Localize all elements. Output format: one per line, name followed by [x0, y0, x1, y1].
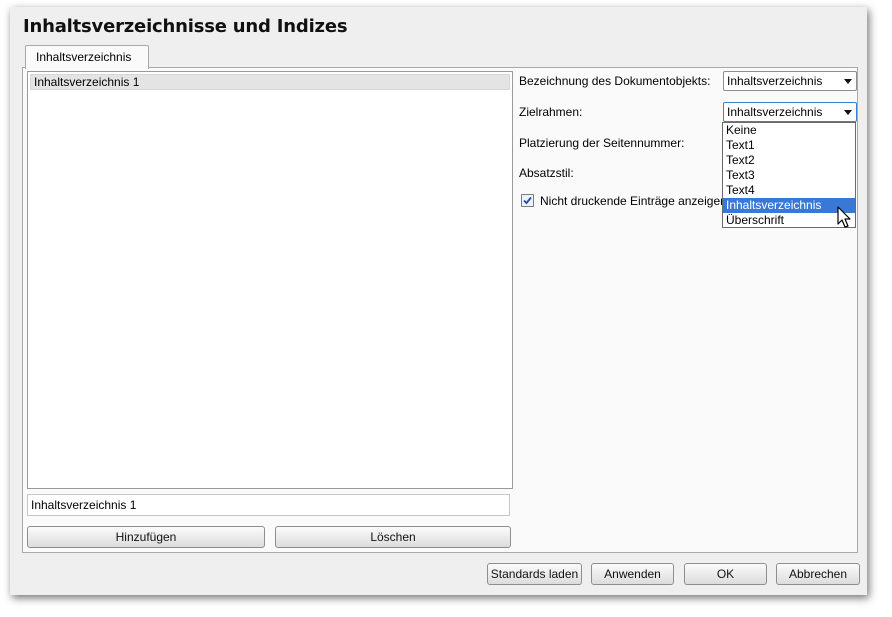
mouse-cursor-icon — [837, 206, 851, 228]
target-frame-dropdown-list: Keine Text1 Text2 Text3 Text4 Inhaltsver… — [722, 122, 856, 228]
dropdown-option[interactable]: Text2 — [723, 153, 855, 168]
nonprinting-checkbox[interactable] — [521, 194, 534, 207]
dropdown-option[interactable]: Keine — [723, 123, 855, 138]
toc-list[interactable]: Inhaltsverzeichnis 1 — [27, 71, 513, 489]
dropdown-option-selected[interactable]: Inhaltsverzeichnis — [723, 198, 855, 213]
chevron-down-icon — [844, 110, 852, 115]
list-item[interactable]: Inhaltsverzeichnis 1 — [30, 74, 510, 90]
dropdown-option[interactable]: Text3 — [723, 168, 855, 183]
nonprinting-label: Nicht druckende Einträge anzeigen — [540, 194, 727, 208]
tab-label: Inhaltsverzeichnis — [36, 50, 132, 64]
dropdown-option[interactable]: Text4 — [723, 183, 855, 198]
target-frame-value: Inhaltsverzeichnis — [727, 105, 823, 119]
tab-inhaltsverzeichnis[interactable]: Inhaltsverzeichnis — [25, 45, 149, 69]
target-frame-combo[interactable]: Inhaltsverzeichnis — [723, 102, 857, 122]
target-frame-label: Zielrahmen: — [519, 105, 583, 119]
add-button[interactable]: Hinzufügen — [27, 526, 265, 548]
cancel-button[interactable]: Abbrechen — [776, 563, 860, 585]
delete-button[interactable]: Löschen — [275, 526, 511, 548]
paragraph-style-label: Absatzstil: — [519, 166, 574, 180]
dropdown-option[interactable]: Überschrift — [723, 213, 855, 228]
load-defaults-button[interactable]: Standards laden — [487, 563, 582, 585]
apply-button[interactable]: Anwenden — [591, 563, 674, 585]
page-number-placement-label: Platzierung der Seitennummer: — [519, 136, 685, 150]
dialog-title: Inhaltsverzeichnisse und Indizes — [23, 16, 348, 37]
checkmark-icon — [523, 196, 532, 205]
doc-object-value: Inhaltsverzeichnis — [727, 74, 823, 88]
doc-object-combo[interactable]: Inhaltsverzeichnis — [723, 71, 857, 91]
chevron-down-icon — [844, 79, 852, 84]
dropdown-option[interactable]: Text1 — [723, 138, 855, 153]
toc-dialog: Inhaltsverzeichnisse und Indizes Inhalts… — [10, 7, 867, 595]
ok-button[interactable]: OK — [684, 563, 767, 585]
doc-object-label: Bezeichnung des Dokumentobjekts: — [519, 74, 711, 88]
toc-name-field[interactable]: Inhaltsverzeichnis 1 — [27, 494, 510, 516]
